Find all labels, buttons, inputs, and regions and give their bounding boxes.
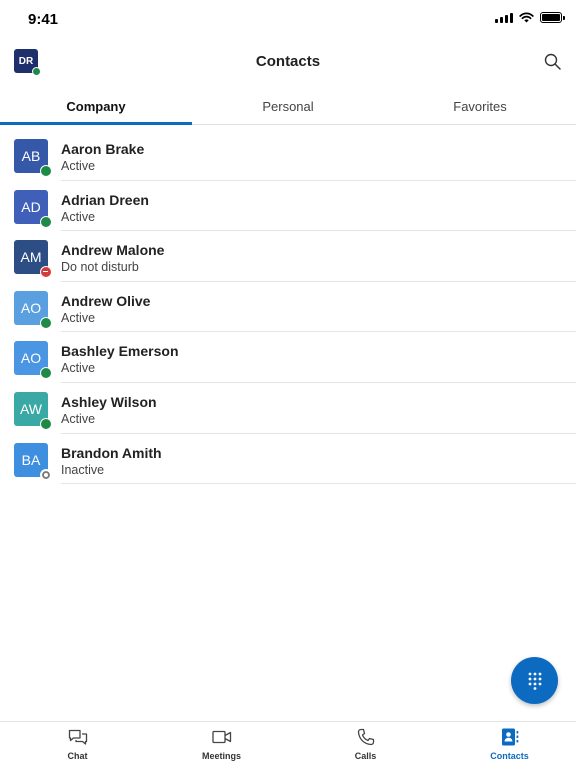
wifi-icon [519, 12, 534, 23]
contact-row[interactable]: AB Aaron Brake Active [0, 130, 576, 181]
status-bar: 9:41 [0, 0, 576, 38]
contact-status: Inactive [61, 462, 105, 477]
contact-avatar: AW [14, 391, 52, 430]
presence-indicator [40, 165, 52, 177]
presence-indicator [40, 215, 52, 228]
contact-status: Do not disturb [61, 260, 139, 275]
nav-item-contacts[interactable]: Contacts [443, 722, 576, 768]
contact-status: Active [61, 361, 96, 376]
contact-initials: BA [21, 451, 41, 468]
contact-initials: AO [20, 350, 42, 367]
contact-name: Bashley Emerson [61, 343, 179, 360]
battery-icon [540, 12, 565, 23]
nav-label: Chat [67, 751, 88, 761]
contact-name: Brandon Amith [61, 444, 162, 461]
contact-name: Andrew Malone [61, 242, 165, 259]
contact-avatar: AO [14, 290, 52, 329]
contact-row[interactable]: AD Adrian Dreen Active [0, 181, 576, 232]
tab-personal[interactable]: Personal [192, 88, 384, 124]
contact-name: Andrew Olive [61, 292, 151, 309]
presence-indicator [40, 266, 52, 279]
chat-icon [68, 729, 87, 745]
contact-initials: AB [21, 148, 41, 164]
contact-tabs: Company Personal Favorites [0, 88, 576, 125]
nav-item-calls[interactable]: Calls [299, 722, 432, 768]
app-header: DR Contacts [0, 38, 576, 88]
contact-initials: AO [20, 299, 42, 316]
contact-name: Aaron Brake [61, 141, 145, 157]
nav-label: Calls [354, 751, 377, 761]
presence-indicator [40, 468, 52, 481]
tab-favorites[interactable]: Favorites [384, 88, 576, 124]
contact-name: Ashley Wilson [61, 393, 157, 410]
dialpad-icon [528, 672, 541, 690]
contact-status: Active [61, 411, 96, 426]
presence-indicator [40, 316, 52, 329]
search-icon [544, 53, 561, 70]
nav-item-meetings[interactable]: Meetings [155, 722, 288, 768]
nav-item-chat[interactable]: Chat [11, 722, 144, 768]
contact-row[interactable]: AM Andrew Malone Do not disturb [0, 231, 576, 282]
presence-indicator [40, 417, 52, 430]
contact-name: Adrian Dreen [61, 191, 149, 208]
nav-label: Contacts [490, 751, 529, 761]
contact-avatar: AD [14, 189, 52, 228]
contact-avatar: AB [14, 139, 52, 177]
divider [61, 483, 576, 485]
contact-row[interactable]: BA Brandon Amith Inactive [0, 434, 576, 485]
contact-avatar: AM [14, 240, 52, 279]
search-button[interactable] [541, 50, 563, 72]
contact-initials: AW [19, 400, 43, 417]
contact-list: AB Aaron Brake Active AD Adrian Dreen Ac… [0, 130, 576, 485]
contact-row[interactable]: AO Andrew Olive Active [0, 282, 576, 333]
contacts-icon [501, 728, 518, 746]
phone-icon [357, 728, 374, 746]
contact-avatar: BA [14, 442, 52, 481]
contact-avatar: AO [14, 341, 52, 380]
status-time: 9:41 [28, 11, 59, 28]
contact-status: Active [61, 209, 96, 224]
bottom-nav: Chat Meetings Calls Contacts [0, 721, 576, 768]
cellular-signal-icon [495, 12, 513, 23]
contact-row[interactable]: AO Bashley Emerson Active [0, 332, 576, 383]
nav-label: Meetings [201, 751, 241, 761]
contact-status: Active [61, 159, 96, 173]
contact-row[interactable]: AW Ashley Wilson Active [0, 383, 576, 434]
tab-company[interactable]: Company [0, 88, 192, 125]
video-icon [211, 730, 231, 744]
status-icons [495, 12, 565, 23]
presence-indicator [40, 367, 52, 380]
contact-initials: AM [20, 249, 42, 266]
page-title: Contacts [255, 53, 321, 70]
dialpad-button[interactable] [511, 657, 558, 704]
contact-status: Active [61, 310, 96, 325]
contact-initials: AD [21, 198, 41, 215]
